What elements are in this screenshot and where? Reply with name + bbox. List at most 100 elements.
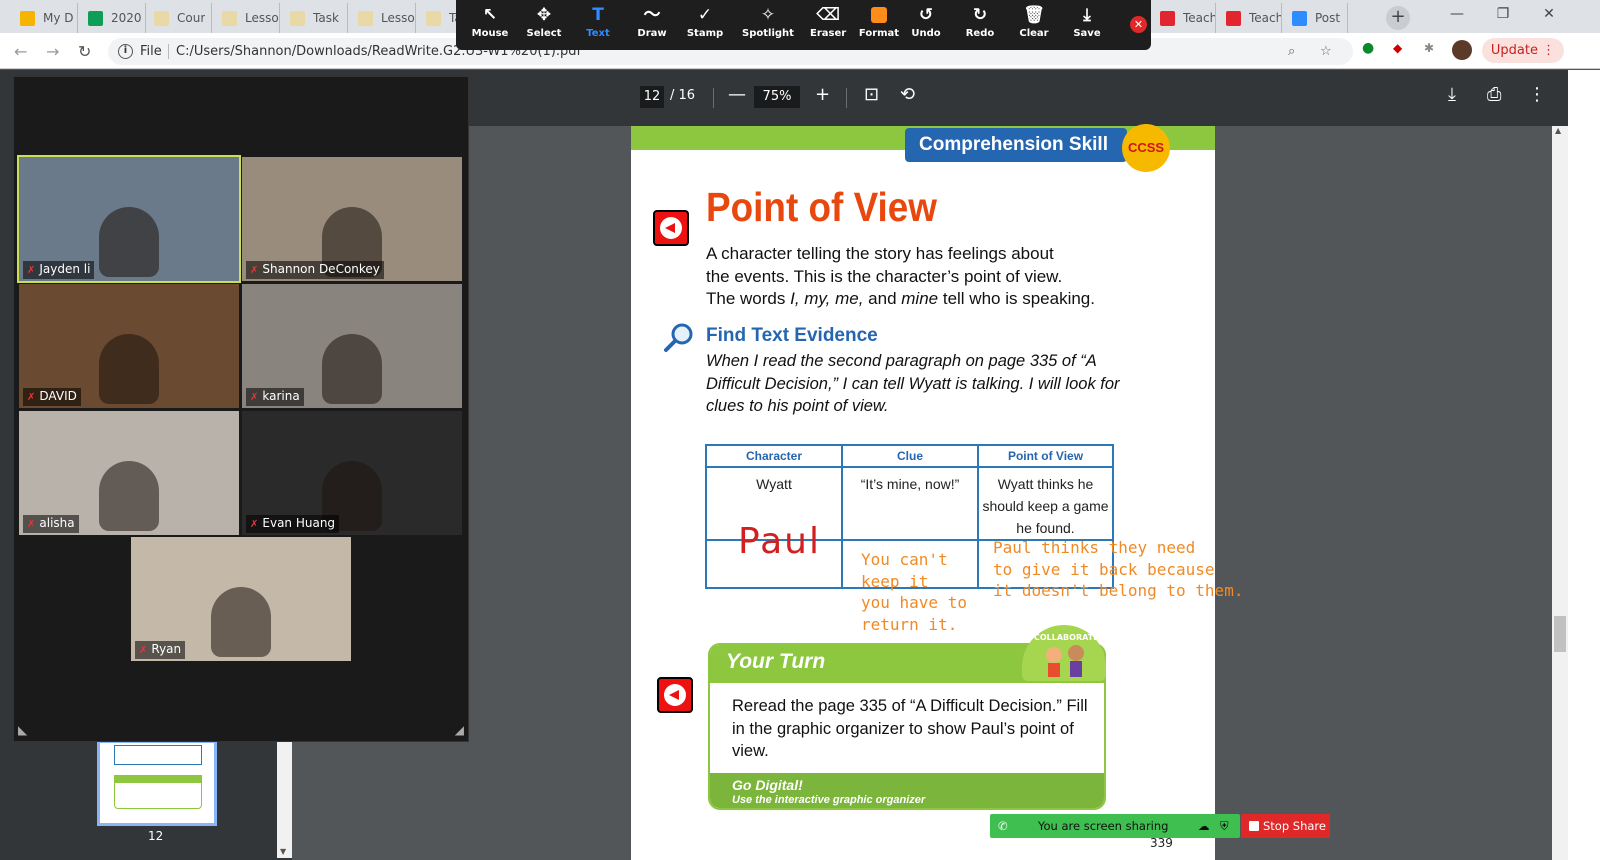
- tool-label: Undo: [911, 28, 941, 39]
- audio-speaker-icon[interactable]: [653, 210, 689, 246]
- tab-favicon-icon: [290, 10, 305, 26]
- annotate-tool-stamp[interactable]: ✓ Stamp: [684, 0, 726, 50]
- intro-text: and: [863, 289, 902, 308]
- participant-name: ✗ alisha: [23, 515, 79, 533]
- page-title: Point of View: [706, 184, 937, 230]
- participant-name: ✗ Ryan: [135, 641, 186, 659]
- tool-label: Stamp: [686, 28, 724, 39]
- participant-video-tile[interactable]: ✗ Evan Huang: [242, 411, 462, 535]
- participant-video-tile[interactable]: ✗ Jayden li: [17, 155, 241, 283]
- zoom-lens-icon[interactable]: ⌕: [1288, 38, 1295, 65]
- print-icon[interactable]: ⎙: [1487, 84, 1501, 105]
- annotate-tool-draw[interactable]: 〜 Draw: [632, 0, 672, 50]
- page-number-input[interactable]: 12: [640, 86, 664, 108]
- tab-label: Cour: [177, 11, 206, 25]
- thumbnail-page-number: 12: [148, 829, 164, 843]
- text-icon: T: [592, 5, 604, 25]
- muted-mic-icon: ✗: [27, 519, 36, 530]
- participant-name-label: karina: [262, 389, 300, 403]
- zoom-level-input[interactable]: 75%: [754, 86, 800, 108]
- participant-name-label: Shannon DeConkey: [262, 262, 380, 276]
- participant-video-tile[interactable]: ✗ DAVID: [19, 284, 239, 408]
- browser-tab[interactable]: Lesso: [348, 3, 416, 33]
- zoom-in-button[interactable]: +: [815, 84, 830, 105]
- annotate-tool-text[interactable]: T Text: [580, 0, 616, 50]
- document-scrollbar[interactable]: ▲: [1552, 126, 1568, 860]
- participant-name-label: Ryan: [151, 642, 182, 656]
- browser-tab[interactable]: Teach: [1150, 3, 1216, 33]
- participant-video-tile[interactable]: ✗ Ryan: [131, 537, 351, 661]
- browser-tab[interactable]: Post: [1282, 3, 1348, 33]
- avatar[interactable]: [1452, 40, 1472, 60]
- tab-favicon-icon: [1160, 10, 1175, 26]
- reload-icon[interactable]: ↻: [78, 42, 91, 61]
- annotate-tool-format[interactable]: Format: [856, 0, 902, 50]
- resize-corner-icon[interactable]: ◢: [455, 723, 464, 737]
- tab-favicon-icon: [1226, 10, 1241, 26]
- your-turn-instructions: Reread the page 335 of “A Difficult Deci…: [732, 697, 1088, 760]
- thumbnail-scrollbar[interactable]: ▼: [277, 726, 292, 858]
- tool-label: Spotlight: [742, 28, 794, 39]
- info-icon[interactable]: i: [118, 44, 133, 59]
- annotate-tool-save[interactable]: ⤓ Save: [1066, 0, 1108, 50]
- ublock-icon[interactable]: ◆: [1393, 41, 1402, 55]
- more-options-icon[interactable]: ⋮: [1528, 84, 1546, 105]
- browser-tab[interactable]: Cour: [144, 3, 212, 33]
- browser-tab[interactable]: Teach: [1216, 3, 1282, 33]
- toolbar-divider: [713, 88, 714, 108]
- phone-icon: ✆: [998, 819, 1008, 833]
- rotate-icon[interactable]: ⟲: [900, 84, 915, 105]
- scroll-down-icon[interactable]: ▼: [280, 847, 286, 856]
- zoom-out-button[interactable]: —: [728, 84, 746, 105]
- new-tab-button[interactable]: +: [1386, 6, 1410, 30]
- intro-text: The words: [706, 289, 791, 308]
- browser-tab[interactable]: Lesso: [212, 3, 280, 33]
- close-window-icon[interactable]: ✕: [1526, 0, 1572, 30]
- browser-tab[interactable]: Task: [280, 3, 348, 33]
- restore-icon[interactable]: ❐: [1480, 0, 1526, 30]
- bookmark-star-icon[interactable]: ☆: [1320, 38, 1332, 65]
- undo-icon: ↺: [918, 5, 934, 25]
- extension-icon[interactable]: ●: [1362, 40, 1374, 56]
- annotate-tool-select[interactable]: ✥ Select: [526, 0, 562, 50]
- close-annotation-icon[interactable]: ✕: [1130, 16, 1147, 33]
- typed-annotation-clue[interactable]: You can't keep it you have to return it.: [861, 549, 967, 635]
- audio-speaker-icon[interactable]: [657, 677, 693, 713]
- page-thumbnail[interactable]: [97, 740, 217, 826]
- annotate-tool-spotlight[interactable]: ✧ Spotlight: [740, 0, 796, 50]
- forward-icon[interactable]: →: [46, 42, 59, 61]
- muted-mic-icon: ✗: [139, 645, 148, 656]
- muted-mic-icon: ✗: [250, 392, 259, 403]
- annotate-tool-mouse[interactable]: ↖ Mouse: [470, 0, 510, 50]
- go-digital-sublabel: Use the interactive graphic organizer: [732, 794, 926, 806]
- participant-video-tile[interactable]: ✗ Shannon DeConkey: [242, 157, 462, 281]
- typed-annotation-point-of-view[interactable]: Paul thinks they need to give it back be…: [993, 537, 1243, 602]
- annotate-tool-redo[interactable]: ↻ Redo: [960, 0, 1000, 50]
- participant-video-tile[interactable]: ✗ karina: [242, 284, 462, 408]
- download-icon[interactable]: ⤓: [1448, 84, 1456, 105]
- annotate-tool-eraser[interactable]: ⌫ Eraser: [810, 0, 846, 50]
- redo-icon: ↻: [972, 5, 988, 25]
- puzzle-icon[interactable]: ✱: [1424, 41, 1434, 55]
- cell-point-of-view: Wyatt thinks he should keep a game he fo…: [977, 466, 1114, 541]
- resize-corner-icon[interactable]: ◣: [18, 723, 27, 737]
- tool-label: Mouse: [471, 28, 509, 39]
- minimize-icon[interactable]: —: [1434, 0, 1480, 30]
- stop-share-button[interactable]: Stop Share: [1241, 814, 1330, 838]
- browser-tab[interactable]: 2020: [78, 3, 146, 33]
- window-edge: [1568, 70, 1600, 860]
- update-button[interactable]: Update ⋮: [1482, 38, 1564, 63]
- participant-silhouette: [99, 207, 159, 277]
- header-clue: Clue: [841, 444, 979, 468]
- back-icon[interactable]: ←: [14, 42, 27, 61]
- annotate-tool-clear[interactable]: 🗑 Clear: [1012, 0, 1056, 50]
- participant-name-label: Jayden li: [39, 262, 91, 276]
- participant-video-tile[interactable]: ✗ alisha: [19, 411, 239, 535]
- fit-page-icon[interactable]: ⊡: [864, 84, 879, 105]
- scrollbar-thumb[interactable]: [1554, 616, 1566, 652]
- annotate-tool-undo[interactable]: ↺ Undo: [906, 0, 946, 50]
- collaborate-badge: COLLABORATE: [1022, 625, 1106, 681]
- scroll-up-icon[interactable]: ▲: [1555, 126, 1561, 135]
- browser-tab[interactable]: My D: [10, 3, 78, 33]
- intro-text: tell who is speaking.: [938, 289, 1095, 308]
